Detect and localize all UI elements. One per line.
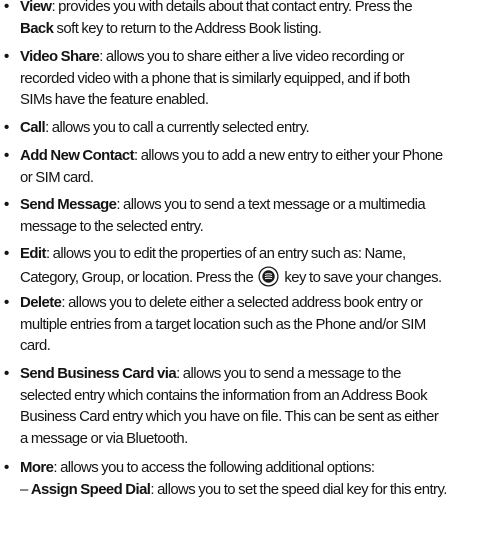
item-term: Add New Contact [20, 148, 135, 164]
item-text: : allows you to delete either a selected… [61, 295, 423, 311]
bullet-marker: • [4, 120, 9, 136]
item-text: : allows you to share either a live vide… [99, 49, 404, 65]
back-soft-key-label: Back [20, 20, 54, 37]
item-text: a message or via Bluetooth. [20, 430, 188, 447]
list-item-delete: • Delete: allows you to delete either a … [4, 293, 486, 358]
item-text: soft key to return to the Address Book l… [53, 20, 322, 37]
item-text: key to save your changes. [284, 269, 442, 286]
sub-item-assign-speed-dial: – Assign Speed Dial: allows you to set t… [20, 480, 488, 502]
item-term: Send Message [20, 197, 117, 213]
list-item-send-message: • Send Message: allows you to send a tex… [4, 195, 486, 238]
item-text: : provides you with details about that c… [51, 0, 413, 15]
list-item-edit: • Edit: allows you to edit the propertie… [4, 244, 486, 289]
item-term: Delete [20, 295, 62, 311]
manual-page: • View: provides you with details about … [0, 0, 490, 552]
bullet-marker: • [4, 246, 9, 262]
list-item-more: • More: allows you to access the followi… [4, 458, 486, 480]
list-item-call: • Call: allows you to call a currently s… [4, 118, 486, 140]
item-text: : allows you to set the speed dial key f… [150, 482, 447, 498]
item-text: : allows you to access the following add… [53, 460, 375, 476]
bullet-marker: • [4, 295, 9, 311]
bullet-marker: • [4, 0, 9, 15]
item-term: Assign Speed Dial [30, 482, 151, 498]
center-select-key-icon [258, 265, 279, 287]
item-text: Business Card entry which you have on fi… [20, 409, 439, 425]
list-item-view: • View: provides you with details about … [4, 0, 486, 40]
bullet-marker: • [4, 148, 9, 164]
item-term: Edit [20, 246, 46, 262]
item-text: : allows you to call a currently selecte… [45, 120, 310, 136]
list-item-send-business-card: • Send Business Card via: allows you to … [4, 364, 486, 450]
bullet-marker: • [4, 366, 9, 382]
item-text: multiple entries from a target location … [20, 316, 426, 333]
dash-marker: – [20, 482, 28, 498]
item-text: SIMs have the feature enabled. [20, 92, 209, 108]
item-term: Call [20, 120, 46, 136]
item-text: : allows you to edit the properties of a… [45, 246, 406, 262]
item-term: View [20, 0, 52, 15]
bullet-marker: • [4, 197, 9, 213]
item-text: : allows you to send a message to the [176, 366, 401, 382]
item-text: card. [20, 338, 51, 354]
item-text: or SIM card. [20, 169, 94, 186]
item-text: : allows you to send a text message or a… [116, 197, 426, 213]
list-item-video-share: • Video Share: allows you to share eithe… [4, 47, 486, 112]
item-text: Category, Group, or location. Press the [20, 269, 254, 286]
item-text: recorded video with a phone that is simi… [20, 70, 410, 87]
list-item-add-new-contact: • Add New Contact: allows you to add a n… [4, 146, 486, 189]
item-term: Video Share [20, 49, 100, 65]
item-term: More [20, 460, 54, 476]
item-text: : allows you to add a new entry to eithe… [134, 148, 443, 164]
bullet-marker: • [4, 460, 9, 476]
item-term: Send Business Card via [20, 366, 177, 382]
bullet-marker: • [4, 49, 9, 65]
item-text: message to the selected entry. [20, 218, 204, 235]
item-text: selected entry which contains the inform… [20, 387, 428, 404]
